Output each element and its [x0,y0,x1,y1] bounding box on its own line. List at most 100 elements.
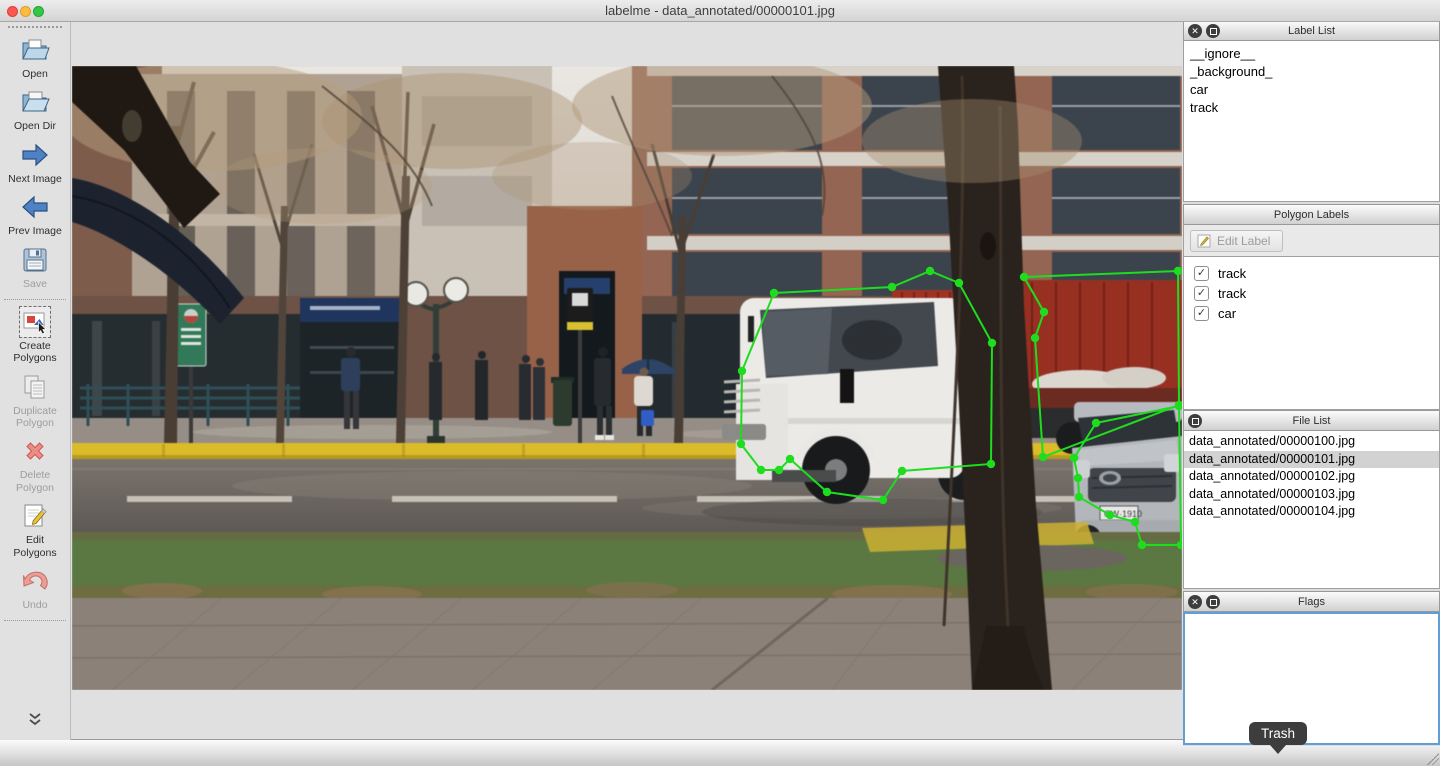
flags-list[interactable] [1183,612,1440,745]
pencil-icon [1197,234,1211,248]
annotation-vertex[interactable] [738,367,746,375]
polygon-labels-panel: Polygon Labels Edit Label ✓ track ✓ trac… [1183,204,1440,410]
image-canvas[interactable]: 21 [71,21,1183,740]
annotation-vertex[interactable] [823,488,831,496]
annotation-vertex[interactable] [955,279,963,287]
close-panel-icon[interactable]: ✕ [1188,595,1202,609]
list-item[interactable]: ✓ track [1184,283,1439,303]
toolbar-overflow-button[interactable] [27,712,43,732]
prev-image-label: Prev Image [8,225,62,237]
edit-label-button[interactable]: Edit Label [1190,230,1283,252]
open-folder-icon [20,35,50,65]
flags-header: ✕ Flags [1183,591,1440,612]
file-list-item[interactable]: data_annotated/00000100.jpg [1184,433,1439,451]
annotation-vertex[interactable] [1031,334,1039,342]
float-panel-icon[interactable] [1206,595,1220,609]
annotation-vertex[interactable] [770,289,778,297]
flags-panel: ✕ Flags [1183,591,1440,745]
checkbox-checked-icon[interactable]: ✓ [1194,286,1209,301]
list-item[interactable]: ✓ car [1184,303,1439,323]
annotation-polygon-track[interactable] [741,271,992,500]
window-title: labelme - data_annotated/00000101.jpg [0,0,1440,21]
annotation-vertex[interactable] [737,440,745,448]
double-chevron-down-icon [27,712,43,727]
file-list-item[interactable]: data_annotated/00000101.jpg [1184,451,1439,469]
toolbar-drag-handle[interactable] [8,26,62,28]
list-item[interactable]: __ignore__ [1184,45,1439,63]
undo-arrow-icon [20,566,50,596]
list-item[interactable]: _background_ [1184,63,1439,81]
annotation-vertex[interactable] [1174,267,1182,275]
annotation-vertex[interactable] [1074,474,1082,482]
float-panel-icon[interactable] [1188,414,1202,428]
annotation-vertex[interactable] [988,339,996,347]
annotation-layer[interactable] [72,66,1182,690]
annotated-image[interactable]: 21 [72,66,1182,690]
file-list-panel: File List data_annotated/00000100.jpg da… [1183,410,1440,589]
open-label: Open [22,68,48,80]
save-button[interactable]: Save [20,245,50,290]
file-list-item[interactable]: data_annotated/00000104.jpg [1184,503,1439,521]
label-list-title: Label List [1288,25,1335,37]
toolbar-separator [4,620,66,621]
annotation-vertex[interactable] [1131,518,1139,526]
annotation-vertex[interactable] [1020,273,1028,281]
annotation-vertex[interactable] [898,467,906,475]
annotation-vertex[interactable] [1040,308,1048,316]
float-panel-icon[interactable] [1206,24,1220,38]
annotation-vertex[interactable] [1177,541,1182,549]
prev-image-button[interactable]: Prev Image [8,192,62,237]
edit-polygons-button[interactable]: Edit Polygons [3,501,67,559]
annotation-vertex[interactable] [786,455,794,463]
annotation-vertex[interactable] [775,466,783,474]
save-floppy-icon [20,245,50,275]
annotation-vertex[interactable] [1092,419,1100,427]
polygon-label-text: car [1218,306,1236,321]
annotation-vertex[interactable] [987,460,995,468]
title-bar: labelme - data_annotated/00000101.jpg [0,0,1440,22]
file-list[interactable]: data_annotated/00000100.jpg data_annotat… [1183,431,1440,589]
delete-polygon-button[interactable]: Delete Polygon [3,436,67,494]
delete-polygon-label: Delete Polygon [3,469,67,494]
resize-grip[interactable] [1427,753,1439,765]
next-image-button[interactable]: Next Image [8,140,62,185]
list-item[interactable]: track [1184,99,1439,117]
close-panel-icon[interactable]: ✕ [1188,24,1202,38]
polygon-label-text: track [1218,266,1246,281]
annotation-vertex[interactable] [888,283,896,291]
checkbox-checked-icon[interactable]: ✓ [1194,266,1209,281]
edit-label-text: Edit Label [1217,234,1270,248]
create-polygons-button[interactable]: Create Polygons [3,307,67,365]
undo-button[interactable]: Undo [20,566,50,611]
annotation-polygon-track[interactable] [1024,271,1179,457]
duplicate-polygon-label: Duplicate Polygon [3,405,67,430]
polygon-labels-header: Polygon Labels [1183,204,1440,225]
annotation-vertex[interactable] [1039,453,1047,461]
open-button[interactable]: Open [20,35,50,80]
label-list[interactable]: __ignore__ _background_ car track [1183,41,1440,202]
file-list-item[interactable]: data_annotated/00000102.jpg [1184,468,1439,486]
annotation-vertex[interactable] [926,267,934,275]
annotation-vertex[interactable] [1075,493,1083,501]
annotation-vertex[interactable] [1138,541,1146,549]
annotation-polygon-car[interactable] [1074,406,1181,545]
file-list-header: File List [1183,410,1440,431]
annotation-vertex[interactable] [1106,511,1114,519]
annotation-vertex[interactable] [1070,454,1078,462]
polygon-label-text: track [1218,286,1246,301]
annotation-vertex[interactable] [879,496,887,504]
create-polygons-label: Create Polygons [3,340,67,365]
label-list-panel: ✕ Label List __ignore__ _background_ car… [1183,20,1440,202]
open-dir-button[interactable]: Open Dir [14,87,56,132]
checkbox-checked-icon[interactable]: ✓ [1194,306,1209,321]
toolbar: Open Open Dir Next Image Prev Image Save [0,21,71,740]
dock-panels: ✕ Label List __ignore__ _background_ car… [1183,20,1440,746]
trash-tooltip-text: Trash [1261,726,1295,741]
undo-label: Undo [22,599,47,611]
list-item[interactable]: ✓ track [1184,263,1439,283]
annotation-vertex[interactable] [757,466,765,474]
duplicate-polygon-button[interactable]: Duplicate Polygon [3,372,67,430]
polygon-label-list[interactable]: ✓ track ✓ track ✓ car [1183,257,1440,410]
file-list-item[interactable]: data_annotated/00000103.jpg [1184,486,1439,504]
list-item[interactable]: car [1184,81,1439,99]
